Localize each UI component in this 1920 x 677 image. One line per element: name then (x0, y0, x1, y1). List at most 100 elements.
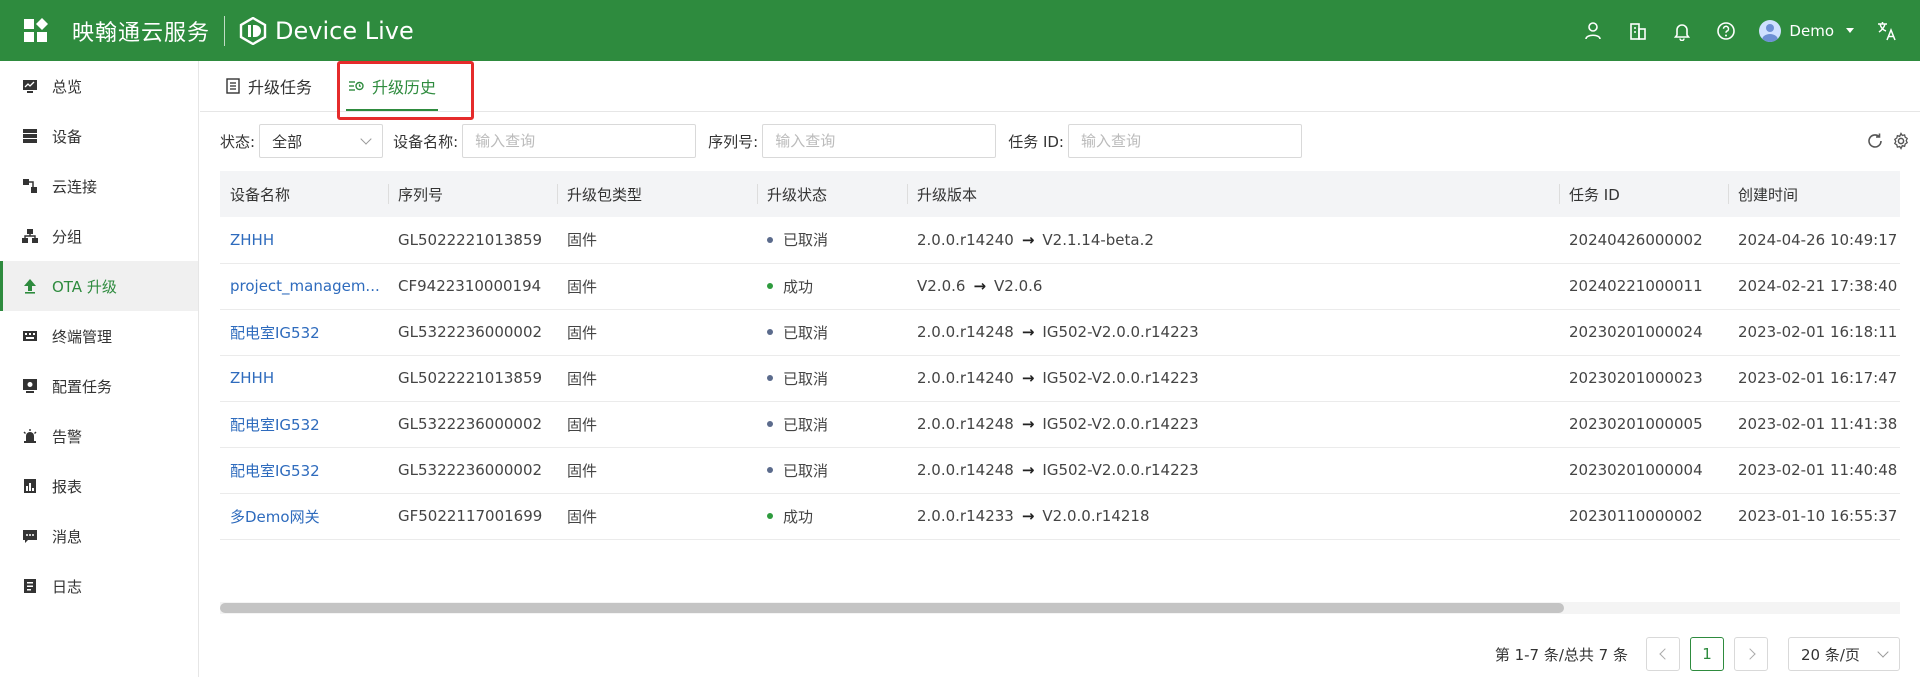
arrow-right-icon: → (1021, 369, 1035, 387)
status-select[interactable]: 全部 (259, 124, 384, 158)
sidebar-item-label: 消息 (52, 527, 83, 546)
user-group-icon[interactable] (1583, 20, 1605, 42)
chevron-down-icon (1877, 646, 1889, 658)
status-text: 已取消 (783, 369, 829, 388)
table-row: 多Demo网关 GF5022117001699 固件 成功 2.0.0.r14233 → V… (220, 493, 1900, 540)
created-time-cell: 2023-01-10 16:55:37 (1728, 493, 1900, 540)
gear-icon[interactable] (1892, 132, 1910, 150)
upload-icon (22, 278, 38, 294)
chevron-right-icon (1743, 648, 1756, 660)
device-name-input[interactable] (462, 124, 697, 158)
version-cell: 2.0.0.r14248 → IG502-V2.0.0.r14223 (907, 309, 1559, 356)
package-type-cell: 固件 (557, 447, 757, 494)
version-to: IG502-V2.0.0.r14223 (1042, 323, 1199, 341)
prev-page-button[interactable] (1646, 637, 1680, 671)
report-icon (22, 478, 38, 494)
status-dot (767, 329, 773, 335)
sidebar-item-label: 告警 (52, 427, 83, 446)
building-icon[interactable] (1627, 20, 1649, 42)
table-header-row: 设备名称 序列号 升级包类型 升级状态 升级版本 任务 ID 创建时间 (220, 171, 1900, 217)
help-icon[interactable] (1715, 20, 1737, 42)
device-name-link[interactable]: 配电室IG532 (220, 309, 388, 356)
device-live-logo-icon (239, 16, 267, 45)
sidebar-item-label: OTA 升级 (52, 277, 117, 296)
column-header[interactable]: 升级包类型 (557, 171, 757, 217)
horizontal-scrollbar[interactable] (220, 602, 1900, 614)
column-header[interactable]: 创建时间 (1728, 171, 1900, 217)
device-name-link[interactable]: 多Demo网关 (220, 493, 388, 540)
tab-upgrade-history[interactable]: 升级历史 (344, 60, 440, 111)
version-from: 2.0.0.r14248 (917, 323, 1014, 341)
device-name-link[interactable]: ZHHH (220, 217, 388, 264)
user-menu[interactable]: Demo (1759, 19, 1854, 42)
alarm-icon (22, 428, 38, 444)
tab-bar: 升级任务 升级历史 (200, 61, 1920, 112)
version-from: 2.0.0.r14240 (917, 369, 1014, 387)
task-id-input[interactable] (1067, 124, 1302, 158)
sidebar-item-3[interactable]: 分组 (0, 211, 198, 261)
status-cell: 成功 (757, 493, 907, 540)
device-name-link[interactable]: 配电室IG532 (220, 447, 388, 494)
sidebar-item-2[interactable]: 云连接 (0, 161, 198, 211)
tab-upgrade-tasks[interactable]: 升级任务 (222, 60, 316, 111)
version-to: V2.0.0.r14218 (1042, 507, 1150, 525)
page-size-select[interactable]: 20 条/页 (1788, 637, 1900, 671)
top-header: 映翰通云服务 Device Live Demo (0, 0, 1920, 61)
sidebar-item-10[interactable]: 日志 (0, 561, 198, 611)
sidebar-item-7[interactable]: 告警 (0, 411, 198, 461)
table-row: 配电室IG532 GL5322236000002 固件 已取消 2.0.0.r14248… (220, 309, 1900, 356)
sidebar-item-9[interactable]: 消息 (0, 511, 198, 561)
page-size-value: 20 条/页 (1801, 645, 1860, 664)
sidebar-item-label: 云连接 (52, 177, 98, 196)
chevron-down-icon (360, 133, 372, 145)
log-icon (22, 578, 38, 594)
next-page-button[interactable] (1734, 637, 1768, 671)
column-header[interactable]: 任务 ID (1559, 171, 1728, 217)
version-to: V2.1.14-beta.2 (1042, 230, 1154, 249)
upgrade-history-table: 设备名称 序列号 升级包类型 升级状态 升级版本 任务 ID 创建时间 ZHHH GL5022… (220, 171, 1900, 540)
sidebar-item-5[interactable]: 终端管理 (0, 311, 198, 361)
device-name-link[interactable]: project_managem... (220, 263, 388, 310)
page-1-button[interactable]: 1 (1690, 637, 1724, 671)
created-time-cell: 2023-02-01 16:18:11 (1728, 309, 1900, 356)
tab-label: 升级历史 (372, 77, 437, 97)
apps-icon[interactable] (24, 17, 49, 43)
avatar (1759, 19, 1782, 42)
sidebar-item-0[interactable]: 总览 (0, 61, 198, 111)
sidebar-item-6[interactable]: 配置任务 (0, 361, 198, 411)
package-type-cell: 固件 (557, 263, 757, 310)
arrow-right-icon: → (1021, 461, 1035, 479)
version-cell: 2.0.0.r14233 → V2.0.0.r14218 (907, 493, 1559, 540)
column-header[interactable]: 设备名称 (220, 171, 388, 217)
serial-cell: GL5322236000002 (388, 309, 557, 356)
version-from: 2.0.0.r14233 (917, 507, 1014, 525)
bell-icon[interactable] (1671, 20, 1693, 42)
refresh-icon[interactable] (1866, 132, 1884, 150)
package-type-cell: 固件 (557, 401, 757, 448)
status-filter-label: 状态: (220, 132, 256, 151)
status-cell: 已取消 (757, 355, 907, 402)
config-task-icon (22, 378, 38, 394)
task-id-cell: 20230201000023 (1559, 355, 1728, 402)
sidebar-item-label: 日志 (52, 577, 83, 596)
device-name-link[interactable]: ZHHH (220, 355, 388, 402)
brand-name: 映翰通云服务 (72, 20, 211, 46)
translate-icon[interactable] (1876, 20, 1898, 42)
sidebar-item-1[interactable]: 设备 (0, 111, 198, 161)
version-from: 2.0.0.r14248 (917, 461, 1014, 479)
version-cell: 2.0.0.r14240 → V2.1.14-beta.2 (907, 217, 1559, 264)
column-header[interactable]: 升级状态 (757, 171, 907, 217)
scrollbar-thumb[interactable] (220, 603, 1564, 613)
version-to: IG502-V2.0.0.r14223 (1042, 415, 1199, 433)
device-name-link[interactable]: 配电室IG532 (220, 401, 388, 448)
user-name: Demo (1789, 21, 1834, 40)
table-row: project_managem... CF9422310000194 固件 成功 V2.… (220, 263, 1900, 310)
column-header[interactable]: 序列号 (388, 171, 557, 217)
sidebar-item-4[interactable]: OTA 升级 (0, 261, 198, 311)
sidebar-item-8[interactable]: 报表 (0, 461, 198, 511)
version-cell: 2.0.0.r14248 → IG502-V2.0.0.r14223 (907, 401, 1559, 448)
task-id-cell: 20230201000024 (1559, 309, 1728, 356)
serial-input[interactable] (762, 124, 997, 158)
column-header[interactable]: 升级版本 (907, 171, 1559, 217)
version-from: 2.0.0.r14248 (917, 415, 1014, 433)
